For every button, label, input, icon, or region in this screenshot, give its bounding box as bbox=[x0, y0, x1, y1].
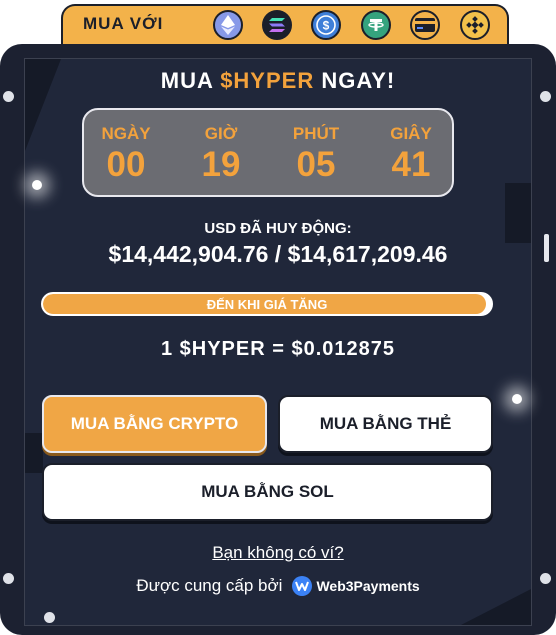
countdown-label: GIỜ bbox=[204, 124, 238, 143]
glow-decoration bbox=[32, 180, 42, 190]
token-price: 1 $HYPER = $0.012875 bbox=[160, 338, 396, 360]
usdc-icon[interactable]: $ bbox=[311, 10, 341, 40]
countdown-value: 00 bbox=[106, 145, 146, 184]
countdown-minutes: PHÚT 05 bbox=[276, 124, 356, 186]
web3payments-logo-icon bbox=[292, 576, 313, 596]
presale-widget: MUA $HYPER NGAY! NGÀY 00 GIỜ 19 PHÚT 05 … bbox=[0, 44, 556, 635]
progress-text: ĐẾN KHI GIÁ TĂNG bbox=[206, 296, 328, 312]
countdown-days: NGÀY 00 bbox=[86, 124, 166, 186]
powered-by: Được cung cấp bởi Web3Payments bbox=[0, 576, 556, 596]
countdown-value: 19 bbox=[201, 145, 241, 184]
no-wallet-link[interactable]: Bạn không có ví? bbox=[0, 543, 556, 563]
presale-progress-bar: ĐẾN KHI GIÁ TĂNG bbox=[41, 292, 493, 316]
ethereum-icon[interactable] bbox=[213, 10, 243, 40]
raised-amount: $14,442,904.76 / $14,617,209.46 bbox=[108, 241, 448, 267]
countdown-label: GIÂY bbox=[390, 124, 432, 143]
payment-methods-tab: MUA VỚI $ bbox=[61, 4, 509, 48]
buy-with-crypto-button[interactable]: MUA BẰNG CRYPTO bbox=[42, 395, 267, 453]
glow-decoration bbox=[512, 394, 522, 404]
title-token: $HYPER bbox=[220, 68, 315, 93]
countdown-label: PHÚT bbox=[292, 124, 340, 143]
powered-by-label: Được cung cấp bởi bbox=[136, 576, 283, 595]
solana-icon[interactable] bbox=[262, 10, 292, 40]
buy-with-card-button[interactable]: MUA BẰNG THẺ bbox=[278, 395, 493, 453]
svg-text:$: $ bbox=[323, 19, 330, 33]
raised-label: USD ĐÃ HUY ĐỘNG: bbox=[204, 220, 352, 237]
rivet-decoration bbox=[44, 612, 55, 623]
countdown-label: NGÀY bbox=[101, 124, 151, 143]
countdown-hours: GIỜ 19 bbox=[181, 124, 261, 186]
provider-name[interactable]: Web3Payments bbox=[316, 578, 419, 594]
tether-icon[interactable] bbox=[361, 10, 391, 40]
widget-title: MUA $HYPER NGAY! bbox=[0, 68, 556, 94]
bnb-icon[interactable] bbox=[460, 10, 490, 40]
countdown-value: 05 bbox=[296, 145, 336, 184]
title-prefix: MUA bbox=[160, 68, 214, 93]
countdown-timer: NGÀY 00 GIỜ 19 PHÚT 05 GIÂY 41 bbox=[82, 108, 454, 197]
countdown-seconds: GIÂY 41 bbox=[371, 124, 451, 186]
countdown-value: 41 bbox=[391, 145, 431, 184]
card-icon[interactable] bbox=[410, 10, 440, 40]
buy-with-sol-button[interactable]: MUA BẰNG SOL bbox=[42, 463, 493, 521]
frame-notch bbox=[25, 433, 43, 473]
title-suffix: NGAY! bbox=[321, 68, 396, 93]
buy-with-label: MUA VỚI bbox=[83, 14, 164, 33]
